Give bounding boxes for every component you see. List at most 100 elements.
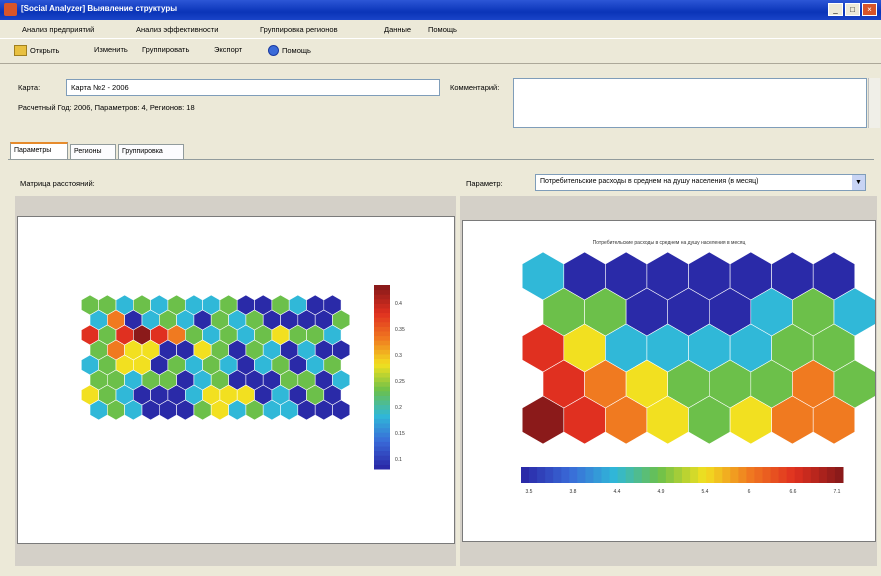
map-field[interactable]: Карта №2 - 2006 bbox=[66, 79, 440, 96]
tab-grouping[interactable]: Группировка bbox=[118, 144, 184, 159]
left-colorbar-tick: 0.25 bbox=[395, 379, 405, 385]
left-colorbar-tick: 0.2 bbox=[395, 405, 402, 411]
tab-regions[interactable]: Регионы bbox=[70, 144, 116, 159]
left-colorbar-segment bbox=[374, 308, 390, 314]
right-colorbar-segment bbox=[649, 467, 659, 483]
left-colorbar-segment bbox=[374, 395, 390, 401]
right-colorbar-segment bbox=[754, 467, 763, 483]
right-colorbar-segment bbox=[657, 467, 667, 483]
map-label: Карта: bbox=[18, 83, 41, 92]
right-colorbar-tick: 5.4 bbox=[702, 489, 709, 495]
menu-help[interactable]: Помощь bbox=[428, 25, 457, 34]
right-colorbar-segment bbox=[633, 467, 643, 483]
right-colorbar-segment bbox=[545, 467, 554, 483]
comments-field[interactable] bbox=[513, 78, 867, 128]
open-button[interactable]: Открыть bbox=[14, 45, 59, 56]
right-colorbar-tick: 7.1 bbox=[834, 489, 841, 495]
right-colorbar-segment bbox=[722, 467, 731, 483]
menu-data[interactable]: Данные bbox=[384, 25, 411, 34]
menu-region-grouping[interactable]: Группировка регионов bbox=[260, 25, 338, 34]
right-colorbar-segment bbox=[682, 467, 691, 483]
left-colorbar-segment bbox=[374, 303, 390, 309]
right-colorbar-segment bbox=[609, 467, 619, 483]
parameter-map-pane: Потребительские расходы в среднем на душ… bbox=[462, 220, 876, 542]
left-colorbar-segment bbox=[374, 446, 390, 452]
right-colorbar-segment bbox=[673, 467, 683, 483]
distance-matrix-label: Матрица расстояний: bbox=[20, 179, 95, 188]
left-colorbar-segment bbox=[374, 331, 390, 337]
right-colorbar-segment bbox=[730, 467, 739, 483]
open-label: Открыть bbox=[30, 46, 60, 55]
right-colorbar-segment bbox=[770, 467, 780, 483]
left-colorbar-tick: 0.4 bbox=[395, 301, 402, 307]
window-title: [Social Analyzer] Выявление структуры bbox=[21, 4, 178, 13]
left-colorbar-segment bbox=[374, 285, 390, 291]
close-button[interactable]: × bbox=[862, 3, 877, 16]
group-button[interactable]: Группировать bbox=[142, 45, 189, 54]
right-colorbar-segment bbox=[529, 467, 538, 483]
right-colorbar-segment bbox=[762, 467, 772, 483]
left-colorbar-tick: 0.1 bbox=[395, 457, 402, 463]
parameter-map-title: Потребительские расходы в среднем на душ… bbox=[593, 240, 746, 246]
left-colorbar-segment bbox=[374, 358, 390, 364]
left-colorbar-tick: 0.3 bbox=[395, 353, 402, 359]
right-colorbar-segment bbox=[778, 467, 788, 483]
right-colorbar-tick: 6 bbox=[748, 489, 751, 495]
edit-button[interactable]: Изменить bbox=[94, 45, 128, 54]
menu-efficiency-analysis[interactable]: Анализ эффективности bbox=[136, 25, 218, 34]
right-colorbar-tick: 3.5 bbox=[526, 489, 533, 495]
comments-scrollbar[interactable] bbox=[868, 78, 880, 128]
right-colorbar-segment bbox=[521, 467, 530, 483]
menu-bar: Анализ предприятий Анализ эффективности … bbox=[0, 21, 881, 37]
left-colorbar-segment bbox=[374, 386, 390, 392]
left-colorbar-segment bbox=[374, 400, 390, 406]
export-button[interactable]: Экспорт bbox=[214, 45, 242, 54]
right-colorbar-segment bbox=[553, 467, 562, 483]
parameter-select[interactable]: Потребительские расходы в среднем на душ… bbox=[535, 174, 866, 191]
parameter-map-chart: Потребительские расходы в среднем на душ… bbox=[521, 240, 876, 495]
left-colorbar-segment bbox=[374, 289, 390, 295]
window-controls: _ □ × bbox=[828, 3, 877, 16]
right-colorbar-segment bbox=[690, 467, 699, 483]
help-label: Помощь bbox=[282, 46, 311, 55]
left-colorbar-segment bbox=[374, 423, 390, 429]
right-colorbar-segment bbox=[617, 467, 627, 483]
minimize-button[interactable]: _ bbox=[828, 3, 843, 16]
left-colorbar-tick: 0.35 bbox=[395, 327, 405, 333]
left-colorbar-segment bbox=[374, 312, 390, 318]
left-colorbar-segment bbox=[374, 294, 390, 300]
right-colorbar-tick: 4.4 bbox=[614, 489, 621, 495]
title-bar: [Social Analyzer] Выявление структуры _ … bbox=[0, 0, 881, 20]
right-colorbar-segment bbox=[593, 467, 602, 483]
left-colorbar-segment bbox=[374, 344, 390, 350]
left-colorbar-segment bbox=[374, 459, 390, 465]
folder-icon bbox=[14, 45, 27, 56]
left-colorbar-segment bbox=[374, 335, 390, 341]
left-colorbar-segment bbox=[374, 390, 390, 396]
left-colorbar-segment bbox=[374, 409, 390, 415]
right-colorbar-segment bbox=[601, 467, 611, 483]
maximize-button[interactable]: □ bbox=[845, 3, 860, 16]
left-colorbar-segment bbox=[374, 340, 390, 346]
right-colorbar-segment bbox=[625, 467, 635, 483]
right-colorbar-segment bbox=[802, 467, 812, 483]
menu-enterprise-analysis[interactable]: Анализ предприятий bbox=[22, 25, 94, 34]
left-colorbar-segment bbox=[374, 298, 390, 304]
parameter-value: Потребительские расходы в среднем на душ… bbox=[540, 178, 759, 185]
right-colorbar-segment bbox=[746, 467, 755, 483]
app-icon bbox=[4, 3, 17, 16]
right-colorbar-segment bbox=[641, 467, 651, 483]
left-colorbar-segment bbox=[374, 317, 390, 323]
right-colorbar-segment bbox=[698, 467, 707, 483]
chevron-down-icon[interactable]: ▼ bbox=[852, 175, 865, 190]
left-colorbar-segment bbox=[374, 363, 390, 369]
left-colorbar-segment bbox=[374, 377, 390, 383]
tab-parameters[interactable]: Параметры bbox=[10, 142, 68, 159]
left-colorbar-segment bbox=[374, 413, 390, 419]
tab-divider bbox=[8, 159, 874, 160]
help-button[interactable]: Помощь bbox=[268, 45, 311, 56]
right-colorbar-segment bbox=[585, 467, 594, 483]
right-colorbar-segment bbox=[834, 467, 844, 483]
comments-label: Комментарий: bbox=[450, 83, 500, 92]
left-colorbar-segment bbox=[374, 354, 390, 360]
